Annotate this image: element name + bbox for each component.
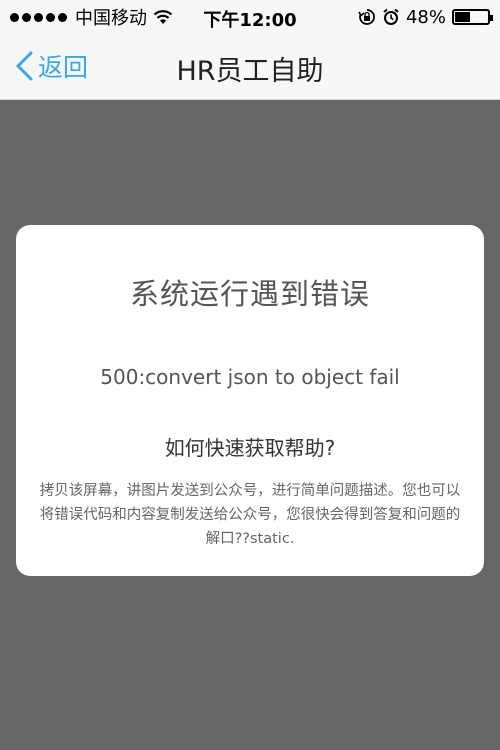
navigation-bar: 返回 HR员工自助	[0, 34, 500, 100]
alarm-icon	[383, 8, 399, 25]
screen: 中国移动 下午12:00 48% 返回 HR员工自助 系统运行遇到错误 500:…	[0, 0, 500, 750]
error-message: 500:convert json to object fail	[100, 365, 400, 389]
battery-fill	[455, 12, 471, 22]
rotation-lock-icon	[358, 9, 375, 25]
status-bar: 中国移动 下午12:00 48%	[0, 0, 500, 34]
battery-percentage: 48%	[405, 6, 446, 28]
page-title: HR员工自助	[176, 56, 324, 87]
content-overlay: 系统运行遇到错误 500:convert json to object fail…	[0, 100, 500, 750]
error-title: 系统运行遇到错误	[129, 277, 370, 311]
help-heading: 如何快速获取帮助?	[164, 436, 336, 460]
battery-icon	[452, 9, 493, 25]
error-dialog: 系统运行遇到错误 500:convert json to object fail…	[16, 225, 484, 576]
status-right: 48%	[358, 6, 493, 28]
battery-tip	[490, 15, 493, 21]
help-text: 拷贝该屏幕，讲图片发送到公众号，进行简单问题描述。您也可以将错误代码和内容复制发…	[39, 483, 461, 547]
